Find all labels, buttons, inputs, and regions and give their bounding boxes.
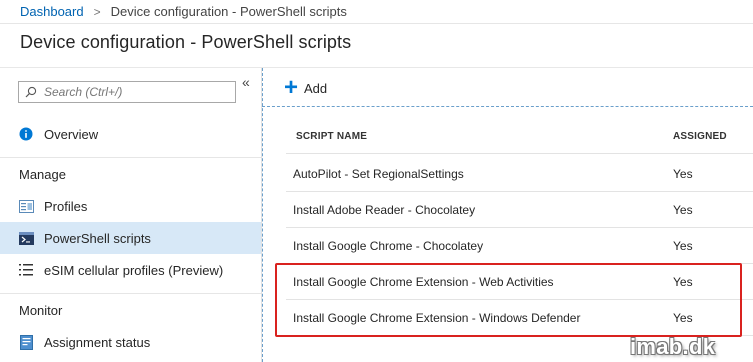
sidebar-item-label: PowerShell scripts <box>44 230 151 246</box>
table-row[interactable]: Install Google Chrome - Chocolatey Yes <box>286 228 753 264</box>
assigned-cell: Yes <box>673 167 693 181</box>
info-icon <box>18 126 34 142</box>
sidebar-item-profiles[interactable]: Profiles <box>0 190 261 222</box>
sidebar-item-label: eSIM cellular profiles (Preview) <box>44 262 224 278</box>
search-icon <box>25 86 37 98</box>
profiles-icon <box>18 198 34 214</box>
breadcrumb-current: Device configuration - PowerShell script… <box>110 4 347 19</box>
script-name-cell: Install Google Chrome - Chocolatey <box>293 239 484 253</box>
watermark-text: imab.dk <box>630 334 716 359</box>
breadcrumb-dashboard-link[interactable]: Dashboard <box>20 4 84 19</box>
section-manage: Manage <box>19 167 66 182</box>
assigned-cell: Yes <box>673 203 693 217</box>
toolbar-divider <box>262 106 753 107</box>
powershell-icon <box>18 230 34 246</box>
search-box[interactable] <box>18 81 236 103</box>
breadcrumb-separator: > <box>93 4 101 19</box>
column-header-script-name[interactable]: SCRIPT NAME <box>296 131 367 142</box>
section-monitor: Monitor <box>19 303 63 318</box>
page-title: Device configuration - PowerShell script… <box>20 32 352 52</box>
sidebar-item-powershell-scripts[interactable]: PowerShell scripts <box>0 222 261 254</box>
sidebar-item-label: Profiles <box>44 198 88 214</box>
breadcrumb: Dashboard > Device configuration - Power… <box>0 0 753 24</box>
script-name-cell: AutoPilot - Set RegionalSettings <box>293 167 464 181</box>
sidebar-divider <box>0 157 261 158</box>
assigned-cell: Yes <box>673 239 693 253</box>
table-row[interactable]: AutoPilot - Set RegionalSettings Yes <box>286 156 753 192</box>
column-header-assigned[interactable]: ASSIGNED <box>673 131 727 142</box>
plus-icon: + <box>284 74 299 101</box>
sidebar-item-assignment-status[interactable]: Assignment status <box>0 326 261 358</box>
focus-outline-left <box>262 68 263 362</box>
add-button-label: Add <box>304 80 328 96</box>
sidebar-item-esim-profiles[interactable]: eSIM cellular profiles (Preview) <box>0 254 261 286</box>
sidebar: « Overview Manage Profiles PowerShell sc… <box>0 68 262 362</box>
table-header-divider <box>286 153 753 154</box>
toolbar: + Add <box>262 68 753 108</box>
sidebar-divider <box>0 293 261 294</box>
assignment-icon <box>18 334 34 350</box>
sidebar-item-label: Assignment status <box>44 334 151 350</box>
add-button[interactable]: + Add <box>284 74 328 101</box>
collapse-sidebar-button[interactable]: « <box>242 74 250 90</box>
sidebar-item-overview[interactable]: Overview <box>0 118 261 150</box>
esim-icon <box>18 262 34 278</box>
highlight-box <box>275 263 742 337</box>
table-row[interactable]: Install Adobe Reader - Chocolatey Yes <box>286 192 753 228</box>
script-name-cell: Install Adobe Reader - Chocolatey <box>293 203 476 217</box>
sidebar-item-label: Overview <box>44 126 99 142</box>
search-input[interactable] <box>44 85 224 99</box>
